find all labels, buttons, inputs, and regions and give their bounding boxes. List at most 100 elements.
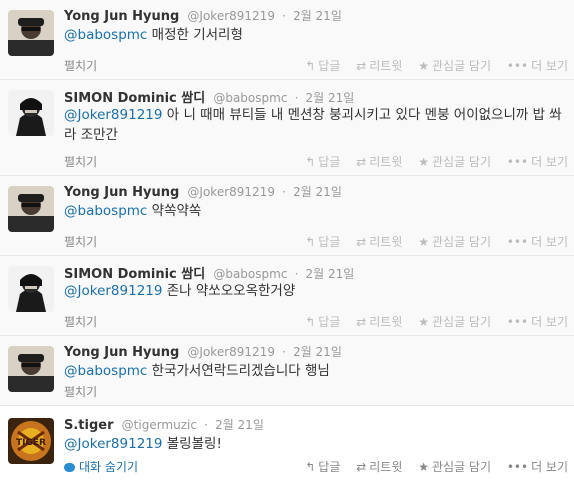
retweet-label: 리트윗 xyxy=(369,460,403,474)
expand-link[interactable]: 펼치기 xyxy=(64,383,97,400)
tweet-text: @babospmc 한국가서연락드리겠습니다 행님 xyxy=(64,361,564,381)
tweet-actions: ↰ 답글 ⇄ 리트윗 ★ 관심글 담기 ••• 더 보기 xyxy=(293,233,568,250)
more-icon: ••• xyxy=(506,155,529,169)
expand-link[interactable]: 펼치기 xyxy=(64,233,97,250)
retweet-button[interactable]: ⇄ 리트윗 xyxy=(356,315,402,329)
more-button[interactable]: ••• 더 보기 xyxy=(507,155,568,169)
reply-label: 답글 xyxy=(318,315,341,329)
timestamp[interactable]: 2월 21일 xyxy=(306,91,355,105)
username[interactable]: @Joker891219 xyxy=(187,9,275,23)
hide-conversation-link[interactable]: 대화 숨기기 xyxy=(64,458,138,475)
fullname[interactable]: S.tiger xyxy=(64,418,114,433)
retweet-icon: ⇄ xyxy=(356,460,367,474)
reply-button[interactable]: ↰ 답글 xyxy=(305,460,340,474)
retweet-icon: ⇄ xyxy=(356,59,367,73)
avatar[interactable] xyxy=(8,10,54,56)
tweet-actions: ↰ 답글 ⇄ 리트윗 ★ 관심글 담기 ••• 더 보기 xyxy=(293,153,568,170)
reply-button[interactable]: ↰ 답글 xyxy=(305,315,340,329)
more-button[interactable]: ••• 더 보기 xyxy=(507,59,568,73)
more-button[interactable]: ••• 더 보기 xyxy=(507,315,568,329)
reply-label: 답글 xyxy=(318,59,341,73)
retweet-label: 리트윗 xyxy=(369,235,403,249)
more-label: 더 보기 xyxy=(531,315,568,329)
star-icon: ★ xyxy=(418,59,429,73)
favorite-button[interactable]: ★ 관심글 담기 xyxy=(418,155,491,169)
favorite-button[interactable]: ★ 관심글 담기 xyxy=(418,235,491,249)
avatar[interactable] xyxy=(8,90,54,136)
username[interactable]: @Joker891219 xyxy=(187,345,275,359)
tweet-text: @babospmc 약쏙약쏙 xyxy=(64,201,564,221)
mention-link[interactable]: @babospmc xyxy=(64,203,147,219)
username[interactable]: @babospmc xyxy=(213,91,287,105)
mention-link[interactable]: @Joker891219 xyxy=(64,283,162,299)
tweet[interactable]: SIMON Dominic 쌈디 @babospmc · 2월 21일 @Jok… xyxy=(0,80,574,176)
retweet-button[interactable]: ⇄ 리트윗 xyxy=(356,235,402,249)
timestamp[interactable]: 2월 21일 xyxy=(293,9,342,23)
fullname[interactable]: Yong Jun Hyung xyxy=(64,345,179,360)
avatar[interactable] xyxy=(8,346,54,392)
retweet-button[interactable]: ⇄ 리트윗 xyxy=(356,59,402,73)
svg-text:TIGER: TIGER xyxy=(16,438,46,448)
tweet-body: 볼링볼링! xyxy=(162,436,222,452)
reply-button[interactable]: ↰ 답글 xyxy=(305,59,340,73)
reply-button[interactable]: ↰ 답글 xyxy=(305,235,340,249)
fullname[interactable]: SIMON Dominic 쌈디 xyxy=(64,91,205,106)
timestamp[interactable]: 2월 21일 xyxy=(215,418,264,432)
favorite-label: 관심글 담기 xyxy=(431,235,491,249)
retweet-label: 리트윗 xyxy=(369,59,403,73)
reply-button[interactable]: ↰ 답글 xyxy=(305,155,340,169)
expand-link[interactable]: 펼치기 xyxy=(64,57,97,74)
tweet-text: @Joker891219 볼링볼링! xyxy=(64,434,564,454)
username[interactable]: @tigermuzic xyxy=(122,418,197,432)
mention-link[interactable]: @Joker891219 xyxy=(64,107,162,123)
star-icon: ★ xyxy=(418,315,429,329)
tweet[interactable]: Yong Jun Hyung @Joker891219 · 2월 21일 @ba… xyxy=(0,0,574,80)
expand-link[interactable]: 펼치기 xyxy=(64,313,97,330)
fullname[interactable]: Yong Jun Hyung xyxy=(64,185,179,200)
more-button[interactable]: ••• 더 보기 xyxy=(507,235,568,249)
tweet[interactable]: Yong Jun Hyung @Joker891219 · 2월 21일 @ba… xyxy=(0,176,574,256)
mention-link[interactable]: @babospmc xyxy=(64,363,147,379)
favorite-label: 관심글 담기 xyxy=(431,155,491,169)
mention-link[interactable]: @Joker891219 xyxy=(64,436,162,452)
reply-icon: ↰ xyxy=(305,235,316,249)
separator: · xyxy=(282,345,286,359)
star-icon: ★ xyxy=(418,460,429,474)
username[interactable]: @babospmc xyxy=(213,267,287,281)
avatar[interactable]: TIGER xyxy=(8,418,54,464)
timestamp[interactable]: 2월 21일 xyxy=(293,185,342,199)
fullname[interactable]: SIMON Dominic 쌈디 xyxy=(64,267,205,282)
more-icon: ••• xyxy=(506,235,529,249)
avatar[interactable] xyxy=(8,266,54,312)
reply-icon: ↰ xyxy=(305,460,316,474)
fullname[interactable]: Yong Jun Hyung xyxy=(64,9,179,24)
retweet-label: 리트윗 xyxy=(369,315,403,329)
tweet-header: Yong Jun Hyung @Joker891219 · 2월 21일 xyxy=(64,183,566,200)
tweet[interactable]: TIGER S.tiger @tigermuzic · 2월 21일 @Joke… xyxy=(0,406,574,483)
tweet[interactable]: Yong Jun Hyung @Joker891219 · 2월 21일 @ba… xyxy=(0,336,574,406)
favorite-label: 관심글 담기 xyxy=(431,460,491,474)
favorite-button[interactable]: ★ 관심글 담기 xyxy=(418,59,491,73)
favorite-label: 관심글 담기 xyxy=(431,59,491,73)
favorite-button[interactable]: ★ 관심글 담기 xyxy=(418,315,491,329)
avatar[interactable] xyxy=(8,186,54,232)
star-icon: ★ xyxy=(418,235,429,249)
retweet-button[interactable]: ⇄ 리트윗 xyxy=(356,155,402,169)
mention-link[interactable]: @babospmc xyxy=(64,27,147,43)
reply-icon: ↰ xyxy=(305,155,316,169)
retweet-icon: ⇄ xyxy=(356,235,367,249)
tweet[interactable]: SIMON Dominic 쌈디 @babospmc · 2월 21일 @Jok… xyxy=(0,256,574,336)
retweet-button[interactable]: ⇄ 리트윗 xyxy=(356,460,402,474)
tweet-header: SIMON Dominic 쌈디 @babospmc · 2월 21일 xyxy=(64,263,566,282)
conversation-icon xyxy=(64,463,75,472)
timestamp[interactable]: 2월 21일 xyxy=(293,345,342,359)
favorite-button[interactable]: ★ 관심글 담기 xyxy=(418,460,491,474)
expand-link[interactable]: 펼치기 xyxy=(64,153,97,170)
timestamp[interactable]: 2월 21일 xyxy=(306,267,355,281)
reply-icon: ↰ xyxy=(305,59,316,73)
star-icon: ★ xyxy=(418,155,429,169)
username[interactable]: @Joker891219 xyxy=(187,185,275,199)
more-label: 더 보기 xyxy=(531,235,568,249)
more-button[interactable]: ••• 더 보기 xyxy=(507,460,568,474)
reply-label: 답글 xyxy=(318,155,341,169)
